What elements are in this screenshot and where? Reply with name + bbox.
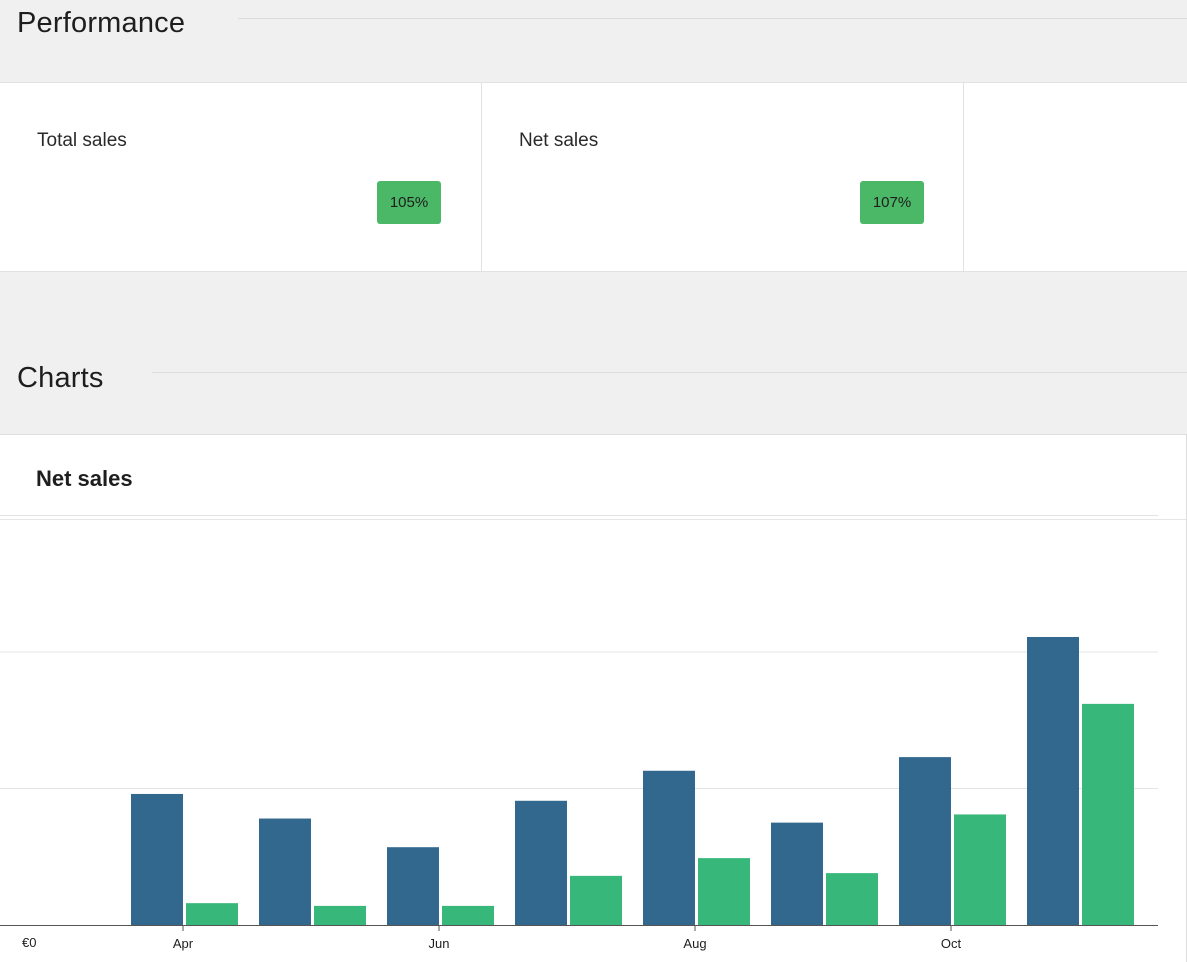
chart-bar	[826, 873, 878, 925]
charts-section-header: Charts	[0, 355, 1187, 401]
chart-bar	[899, 757, 951, 925]
card-label: Total sales	[37, 130, 127, 151]
performance-panel: Total sales 105% Net sales 107%	[0, 82, 1187, 272]
x-tick-label: Jun	[429, 936, 450, 951]
net-sales-bar-chart: €0 Apr Jun Aug Oct	[0, 515, 1158, 951]
chart-bar	[387, 847, 439, 925]
chart-bar	[442, 905, 494, 925]
chart-bar	[259, 818, 311, 925]
x-tick-label: Apr	[173, 936, 194, 951]
chart-bar	[314, 905, 366, 925]
delta-badge: 105%	[377, 181, 441, 224]
chart-bar	[771, 822, 823, 925]
section-divider	[152, 372, 1187, 373]
chart-bar	[186, 903, 238, 925]
chart-bar	[570, 875, 622, 925]
chart-bar	[1027, 636, 1079, 925]
chart-bar	[131, 793, 183, 925]
chart-bar	[1082, 703, 1134, 925]
chart-bar	[698, 858, 750, 925]
performance-card-total-sales[interactable]: Total sales 105%	[0, 83, 481, 271]
delta-badge: 107%	[860, 181, 924, 224]
x-tick-label: Oct	[941, 936, 962, 951]
chart-bar	[515, 800, 567, 925]
performance-card-third[interactable]	[964, 83, 1187, 271]
card-label: Net sales	[519, 130, 599, 151]
performance-card-net-sales[interactable]: Net sales 107%	[482, 83, 963, 271]
performance-section-title: Performance	[17, 6, 186, 39]
chart-bar	[954, 814, 1006, 925]
performance-section-header: Performance	[0, 0, 1187, 46]
y-tick-label: €0	[22, 935, 36, 950]
net-sales-chart-panel: Net sales €0 Apr Jun Aug Oct	[0, 434, 1187, 962]
section-divider	[238, 18, 1187, 19]
chart-bar	[643, 770, 695, 925]
x-tick-label: Aug	[683, 936, 706, 951]
charts-section-title: Charts	[17, 361, 104, 394]
